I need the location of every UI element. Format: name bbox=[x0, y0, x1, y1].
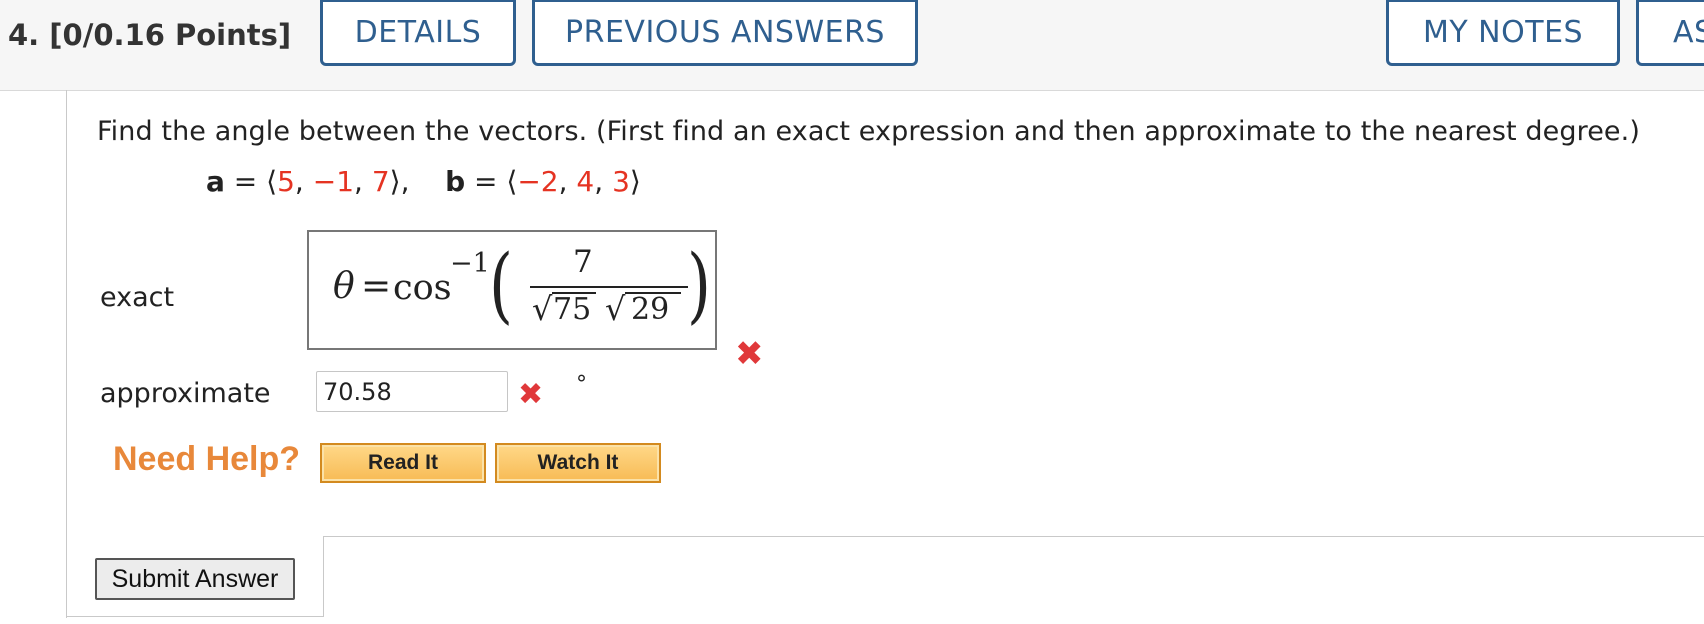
question-header: 4. [0/0.16 Points] DETAILS PREVIOUS ANSW… bbox=[0, 0, 1704, 91]
exact-answer-field[interactable]: θ = cos −1 ( 7 √ 75 √ 29 ) bbox=[307, 230, 717, 350]
x-mark-icon: ✖ bbox=[735, 334, 764, 374]
vectors-definition: a = ⟨5, −1, 7⟩, b = ⟨−2, 4, 3⟩ bbox=[206, 165, 641, 198]
vector-a-name: a bbox=[206, 165, 225, 198]
sqrt-icon: √ bbox=[605, 290, 626, 328]
equals-sign: = bbox=[361, 266, 392, 307]
inverse-exponent: −1 bbox=[450, 248, 490, 279]
vector-b-component: 4 bbox=[576, 165, 595, 198]
approximate-answer-input[interactable] bbox=[316, 371, 508, 412]
radicand: 75 bbox=[553, 292, 592, 327]
read-it-button[interactable]: Read It bbox=[320, 443, 486, 483]
theta-symbol: θ bbox=[333, 266, 355, 307]
panel-border bbox=[66, 616, 324, 617]
sqrt-icon: √ bbox=[532, 290, 553, 328]
vector-a-component: 7 bbox=[371, 165, 390, 198]
vector-a-component: 5 bbox=[277, 165, 295, 198]
details-button[interactable]: DETAILS bbox=[320, 0, 516, 66]
radicand: 29 bbox=[631, 292, 670, 327]
submit-answer-button[interactable]: Submit Answer bbox=[95, 558, 295, 600]
vector-b-component: 3 bbox=[612, 165, 630, 198]
question-points-label: 4. [0/0.16 Points] bbox=[8, 18, 292, 52]
fraction-numerator: 7 bbox=[573, 244, 593, 280]
cos-function: cos bbox=[393, 268, 452, 308]
approximate-label: approximate bbox=[100, 378, 271, 409]
panel-divider bbox=[323, 536, 324, 617]
question-prompt: Find the angle between the vectors. (Fir… bbox=[97, 116, 1640, 147]
x-mark-icon: ✖ bbox=[518, 377, 544, 412]
fraction-bar bbox=[530, 286, 688, 288]
vector-a-component: −1 bbox=[312, 165, 355, 198]
left-paren: ( bbox=[489, 238, 513, 333]
panel-divider bbox=[323, 536, 1704, 537]
right-paren: ) bbox=[687, 238, 711, 333]
need-help-label: Need Help? bbox=[113, 440, 301, 478]
my-notes-button[interactable]: MY NOTES bbox=[1386, 0, 1620, 66]
ask-your-teacher-button[interactable]: AS bbox=[1636, 0, 1704, 66]
vector-b-name: b bbox=[445, 165, 466, 198]
degree-unit: ° bbox=[576, 372, 587, 397]
previous-answers-button[interactable]: PREVIOUS ANSWERS bbox=[532, 0, 918, 66]
vector-b-component: −2 bbox=[517, 165, 559, 198]
exact-label: exact bbox=[100, 282, 175, 313]
watch-it-button[interactable]: Watch It bbox=[495, 443, 661, 483]
